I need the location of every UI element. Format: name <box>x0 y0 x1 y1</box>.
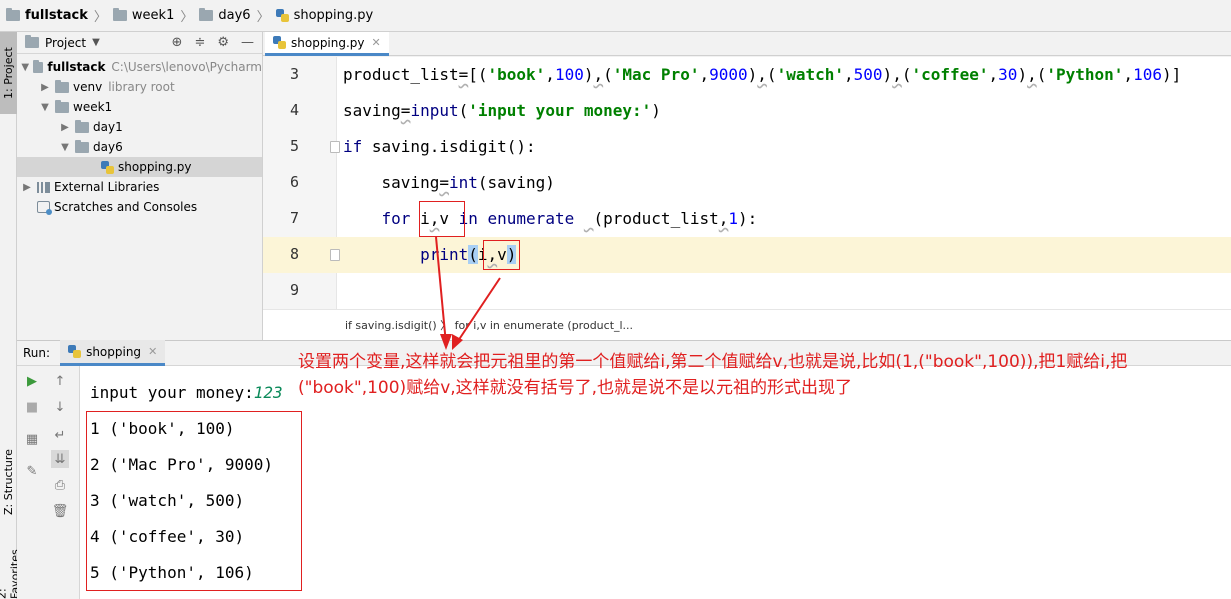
annotation-note: 设置两个变量,这样就会把元祖里的第一个值赋给i,第二个值赋给v,也就是说,比如(… <box>298 352 1128 398</box>
annotation-arrowhead <box>440 334 452 350</box>
annotation-arrows <box>435 236 501 350</box>
annotation-arrow <box>455 277 501 345</box>
annotation-arrow <box>435 236 447 345</box>
